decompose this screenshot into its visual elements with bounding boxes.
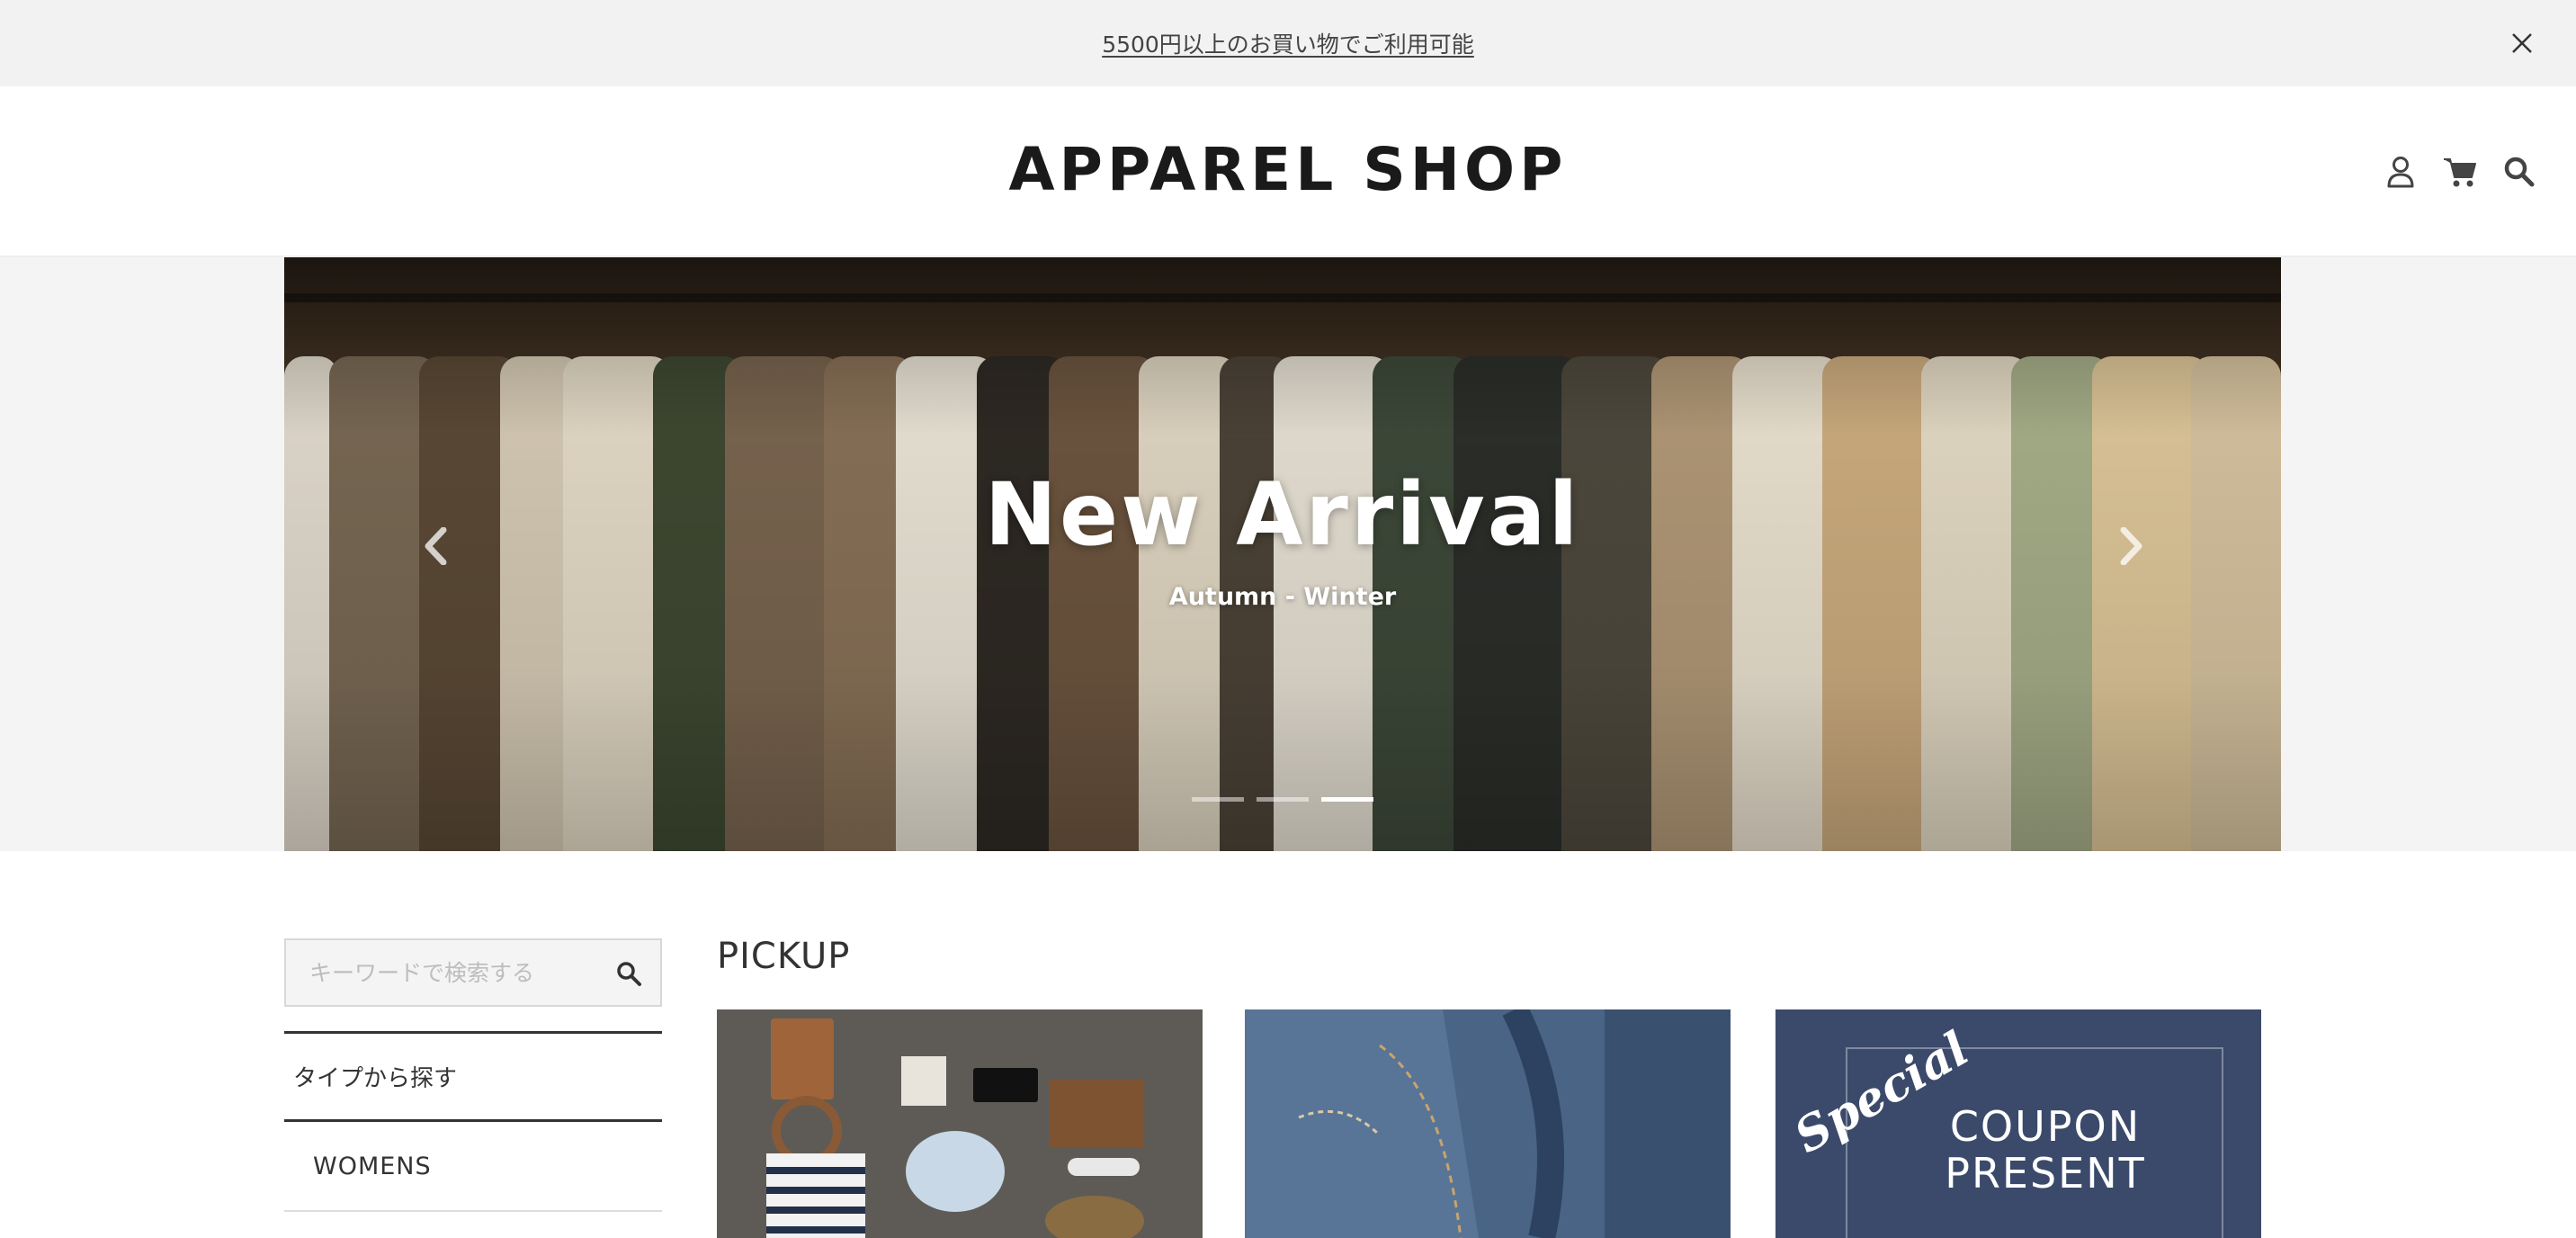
pickup-card-coupon[interactable]: Special COUPON PRESENT: [1775, 1009, 2261, 1238]
cart-icon[interactable]: [2443, 153, 2477, 191]
slide-dot[interactable]: [1257, 797, 1309, 802]
slide-dot[interactable]: [1192, 797, 1244, 802]
announcement-link[interactable]: 5500円以上のお買い物でご利用可能: [0, 27, 2576, 59]
site-header: APPAREL SHOP: [0, 86, 2576, 257]
header-icons: [2384, 153, 2536, 191]
sidebar-search: [284, 938, 662, 1007]
hero-subtitle: Autumn - Winter: [1168, 583, 1397, 611]
pickup-card-flatlay[interactable]: [717, 1009, 1203, 1238]
close-icon[interactable]: [2504, 25, 2540, 61]
search-input[interactable]: [286, 940, 592, 1005]
announcement-bar: 5500円以上のお買い物でご利用可能: [0, 0, 2576, 86]
category-heading: タイプから探す: [284, 1034, 662, 1122]
category-nav: タイプから探す WOMENS: [284, 1031, 662, 1212]
user-icon[interactable]: [2384, 153, 2418, 191]
slider-pagination: [284, 797, 2281, 802]
chevron-right-icon[interactable]: [2114, 524, 2150, 569]
hero-title: New Arrival: [984, 464, 1581, 565]
coupon-title: COUPON PRESENT: [1883, 1103, 2207, 1197]
section-title: PICKUP: [717, 936, 851, 977]
search-icon[interactable]: [2502, 153, 2536, 191]
sidebar-item-womens[interactable]: WOMENS: [284, 1122, 662, 1212]
slide-dot-active[interactable]: [1321, 797, 1373, 802]
hero-slider: New Arrival Autumn - Winter: [284, 257, 2281, 851]
coupon-line-1: COUPON: [1949, 1102, 2142, 1151]
coupon-line-2: PRESENT: [1945, 1149, 2146, 1198]
chevron-left-icon[interactable]: [417, 524, 453, 569]
denim-image: [1245, 1009, 1731, 1238]
flatlay-image: [717, 1009, 1203, 1238]
site-logo[interactable]: APPAREL SHOP: [0, 135, 2576, 204]
search-icon[interactable]: [615, 960, 642, 987]
pickup-card-denim[interactable]: [1245, 1009, 1731, 1238]
